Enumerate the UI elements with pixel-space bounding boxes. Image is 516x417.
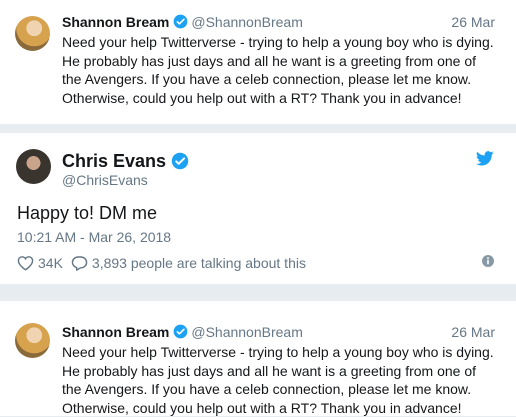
avatar[interactable] [15,323,50,358]
tweet-date[interactable]: 26 Mar [451,13,495,31]
tweet-header: Shannon Bream @ShannonBream [62,323,303,341]
author-name[interactable]: Shannon Bream [62,324,169,340]
tweet-actions: 34K 3,893 people are talking about this [17,254,306,272]
author-name[interactable]: Shannon Bream [62,14,169,30]
talking-about-link[interactable]: 3,893 people are talking about this [92,254,306,272]
author-name-row: Chris Evans [62,150,192,172]
avatar[interactable] [15,16,50,51]
like-count[interactable]: 34K [38,254,63,272]
author-name[interactable]: Chris Evans [62,151,166,171]
tweet-timestamp[interactable]: 10:21 AM - Mar 26, 2018 [17,228,171,246]
tweet-text: Need your help Twitterverse - trying to … [62,344,494,416]
info-icon[interactable] [482,255,494,267]
avatar[interactable] [16,149,51,184]
heart-icon[interactable] [17,255,34,271]
author-handle[interactable]: @ChrisEvans [62,171,148,189]
tweet-text: Happy to! DM me [17,203,158,223]
author-handle[interactable]: @ShannonBream [191,324,303,340]
verified-badge-icon [173,14,188,29]
tweet-card-top[interactable]: Shannon Bream @ShannonBream 26 Mar Need y… [0,0,516,125]
twitter-bird-icon[interactable] [476,151,494,166]
tweet-header: Shannon Bream @ShannonBream [62,13,303,31]
tweet-card-bottom[interactable]: Shannon Bream @ShannonBream 26 Mar Need y… [0,300,516,416]
verified-badge-icon [171,152,189,170]
tweet-date[interactable]: 26 Mar [451,323,495,341]
tweet-text: Need your help Twitterverse - trying to … [62,34,494,106]
author-handle[interactable]: @ShannonBream [191,14,303,30]
reply-bubble-icon[interactable] [71,255,88,271]
verified-badge-icon [173,324,188,339]
